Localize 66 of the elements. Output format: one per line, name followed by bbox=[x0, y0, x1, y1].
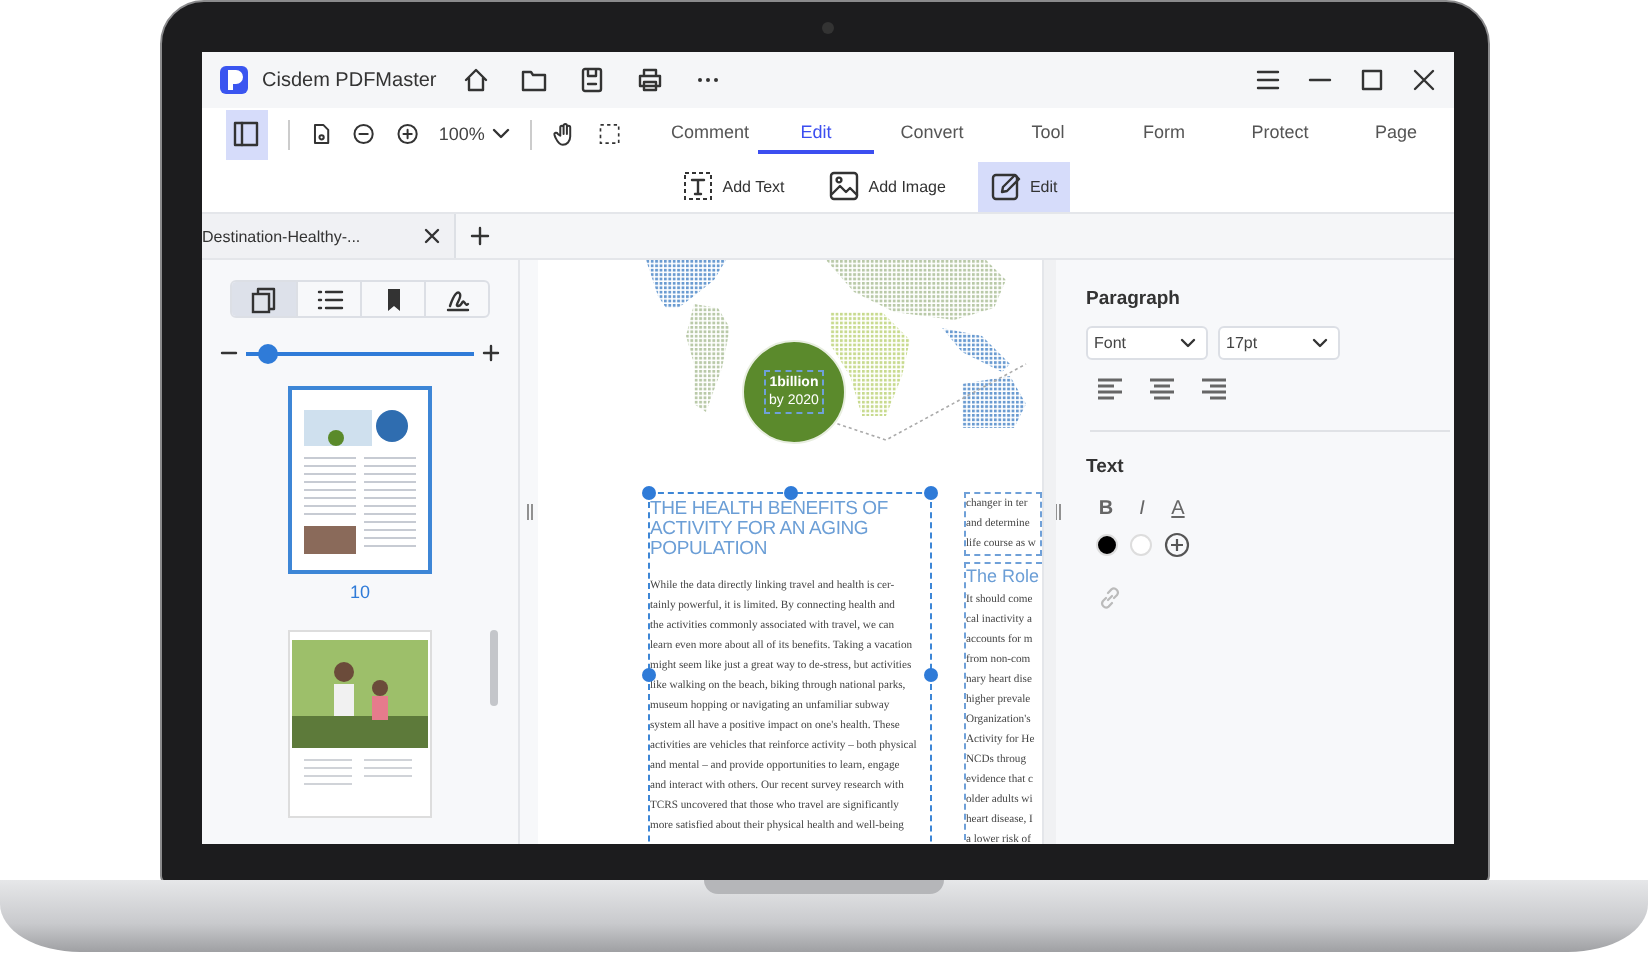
zoom-dropdown[interactable]: 100% bbox=[438, 124, 511, 144]
add-tab-icon[interactable] bbox=[470, 226, 490, 246]
add-text-icon bbox=[682, 170, 715, 202]
color-swatch[interactable] bbox=[1096, 534, 1118, 556]
zoom-out-icon[interactable] bbox=[352, 120, 376, 148]
drag-handle-icon[interactable] bbox=[525, 504, 533, 520]
resize-handle[interactable] bbox=[642, 668, 656, 682]
view-toggle-button[interactable] bbox=[232, 282, 296, 316]
caret-icon bbox=[1180, 338, 1196, 348]
document-tab[interactable]: Destination-Healthy-... bbox=[202, 214, 456, 258]
save-icon[interactable] bbox=[578, 66, 607, 94]
menu-tab[interactable]: Tool bbox=[990, 114, 1107, 154]
list-icon bbox=[315, 285, 343, 313]
page-icon[interactable] bbox=[309, 120, 333, 148]
menu-tab[interactable]: Protect bbox=[1222, 114, 1339, 154]
plus-icon[interactable] bbox=[482, 344, 500, 362]
print-icon[interactable] bbox=[636, 66, 665, 94]
caret-icon bbox=[492, 128, 511, 140]
maximize-icon[interactable] bbox=[1358, 66, 1386, 94]
page-number: 10 bbox=[349, 582, 370, 602]
home-icon[interactable] bbox=[462, 66, 491, 94]
sidebar-icon bbox=[232, 120, 261, 148]
resize-handle[interactable] bbox=[924, 486, 938, 500]
section-heading: The Role bbox=[966, 564, 1042, 590]
scrollbar-thumb[interactable] bbox=[490, 630, 498, 706]
section-title: Paragraph bbox=[1086, 288, 1180, 310]
resize-handle[interactable] bbox=[642, 486, 656, 500]
italic-button[interactable]: I bbox=[1130, 498, 1154, 520]
font-dropdown[interactable]: Font bbox=[1086, 326, 1208, 360]
edit-button[interactable]: Edit bbox=[977, 161, 1070, 211]
add-image-button[interactable]: Add Image bbox=[816, 161, 958, 211]
underline-button[interactable]: A bbox=[1166, 498, 1190, 520]
page-thumbnail[interactable] bbox=[288, 386, 432, 574]
bold-button[interactable]: B bbox=[1094, 498, 1118, 520]
menu-tab[interactable]: Page bbox=[1338, 114, 1454, 154]
zoom-in-icon[interactable] bbox=[395, 120, 419, 148]
thumbnails-icon bbox=[250, 285, 278, 313]
app-logo bbox=[220, 66, 248, 94]
menu-tab[interactable]: Edit bbox=[758, 114, 875, 154]
resize-handle[interactable] bbox=[784, 486, 798, 500]
menu-tab[interactable]: Form bbox=[1106, 114, 1223, 154]
slider-thumb[interactable] bbox=[258, 343, 279, 363]
color-swatch[interactable] bbox=[1130, 534, 1152, 556]
selection-icon[interactable] bbox=[598, 120, 623, 148]
edit-icon bbox=[989, 170, 1022, 202]
resize-handle[interactable] bbox=[924, 668, 938, 682]
align-center-icon[interactable] bbox=[1148, 376, 1176, 402]
menu-tab[interactable]: Convert bbox=[874, 114, 991, 154]
caret-icon bbox=[1312, 338, 1328, 348]
folder-icon[interactable] bbox=[520, 66, 549, 94]
align-left-icon[interactable] bbox=[1096, 376, 1124, 402]
close-icon[interactable] bbox=[1410, 66, 1438, 94]
menu-tab[interactable]: Comment bbox=[662, 114, 759, 154]
signature-icon bbox=[443, 285, 471, 313]
add-color-icon[interactable] bbox=[1164, 532, 1190, 558]
add-image-icon bbox=[828, 170, 861, 202]
close-tab-icon[interactable] bbox=[424, 228, 440, 244]
menu-icon[interactable] bbox=[1254, 66, 1282, 94]
article-heading: THE HEALTH BENEFITS OF ACTIVITY FOR AN AGING POPULATION bbox=[650, 500, 890, 560]
section-title: Text bbox=[1086, 456, 1124, 478]
drag-handle-icon[interactable] bbox=[1053, 504, 1061, 520]
window-title: Cisdem PDFMaster bbox=[262, 69, 437, 91]
align-right-icon[interactable] bbox=[1200, 376, 1228, 402]
sidebar-toggle-button[interactable] bbox=[226, 109, 268, 159]
font-size-dropdown[interactable]: 17pt bbox=[1218, 326, 1340, 360]
add-text-button[interactable]: Add Text bbox=[670, 161, 797, 211]
